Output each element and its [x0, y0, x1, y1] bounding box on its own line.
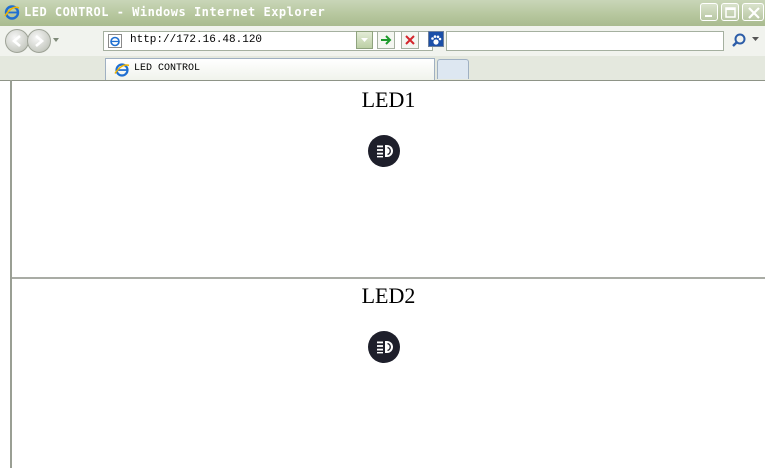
stop-button[interactable] — [401, 31, 419, 49]
headlight-icon — [377, 145, 393, 158]
tab-bar: LED CONTROL — [0, 56, 765, 80]
forward-arrow-icon — [35, 35, 45, 47]
tab-label: LED CONTROL — [134, 63, 201, 74]
title-bar: LED CONTROL - Windows Internet Explorer — [0, 0, 765, 26]
recent-pages-dropdown[interactable] — [52, 36, 60, 44]
navigation-bar: http://172.16.48.120 — [0, 26, 765, 57]
back-arrow-icon — [11, 35, 21, 47]
stop-x-icon — [405, 35, 415, 45]
search-options-dropdown[interactable] — [752, 36, 759, 42]
tab-led-control[interactable]: LED CONTROL — [105, 58, 435, 80]
minimize-icon — [705, 15, 712, 17]
go-arrow-icon — [381, 35, 392, 45]
maximize-button[interactable] — [721, 3, 739, 21]
paw-icon — [431, 35, 442, 45]
address-dropdown-button[interactable] — [356, 31, 373, 49]
address-url: http://172.16.48.120 — [130, 34, 263, 46]
headlight-icon — [377, 341, 393, 354]
search-icon[interactable] — [731, 31, 751, 50]
maximize-icon — [725, 7, 736, 18]
ie-logo-icon — [114, 63, 130, 77]
ie-logo-icon — [4, 5, 20, 20]
window-title: LED CONTROL - Windows Internet Explorer — [24, 5, 326, 19]
led1-title: LED1 — [361, 87, 416, 112]
minimize-button[interactable] — [700, 3, 718, 21]
forward-button[interactable] — [27, 29, 51, 53]
close-button[interactable] — [742, 3, 764, 21]
led2-title: LED2 — [361, 283, 416, 308]
search-provider-button[interactable] — [428, 31, 444, 47]
led1-panel: LED1 — [12, 81, 765, 279]
search-input[interactable] — [446, 31, 724, 51]
back-button[interactable] — [5, 29, 29, 53]
led1-toggle-button[interactable] — [368, 135, 400, 167]
close-icon — [748, 7, 760, 19]
chevron-down-icon — [361, 38, 368, 42]
page-ie-icon — [108, 34, 122, 48]
go-button[interactable] — [377, 31, 395, 49]
browser-window: LED CONTROL - Windows Internet Explorer — [0, 0, 765, 468]
new-tab-button[interactable] — [437, 59, 469, 79]
led2-panel: LED2 — [12, 279, 765, 468]
led2-toggle-button[interactable] — [368, 331, 400, 363]
